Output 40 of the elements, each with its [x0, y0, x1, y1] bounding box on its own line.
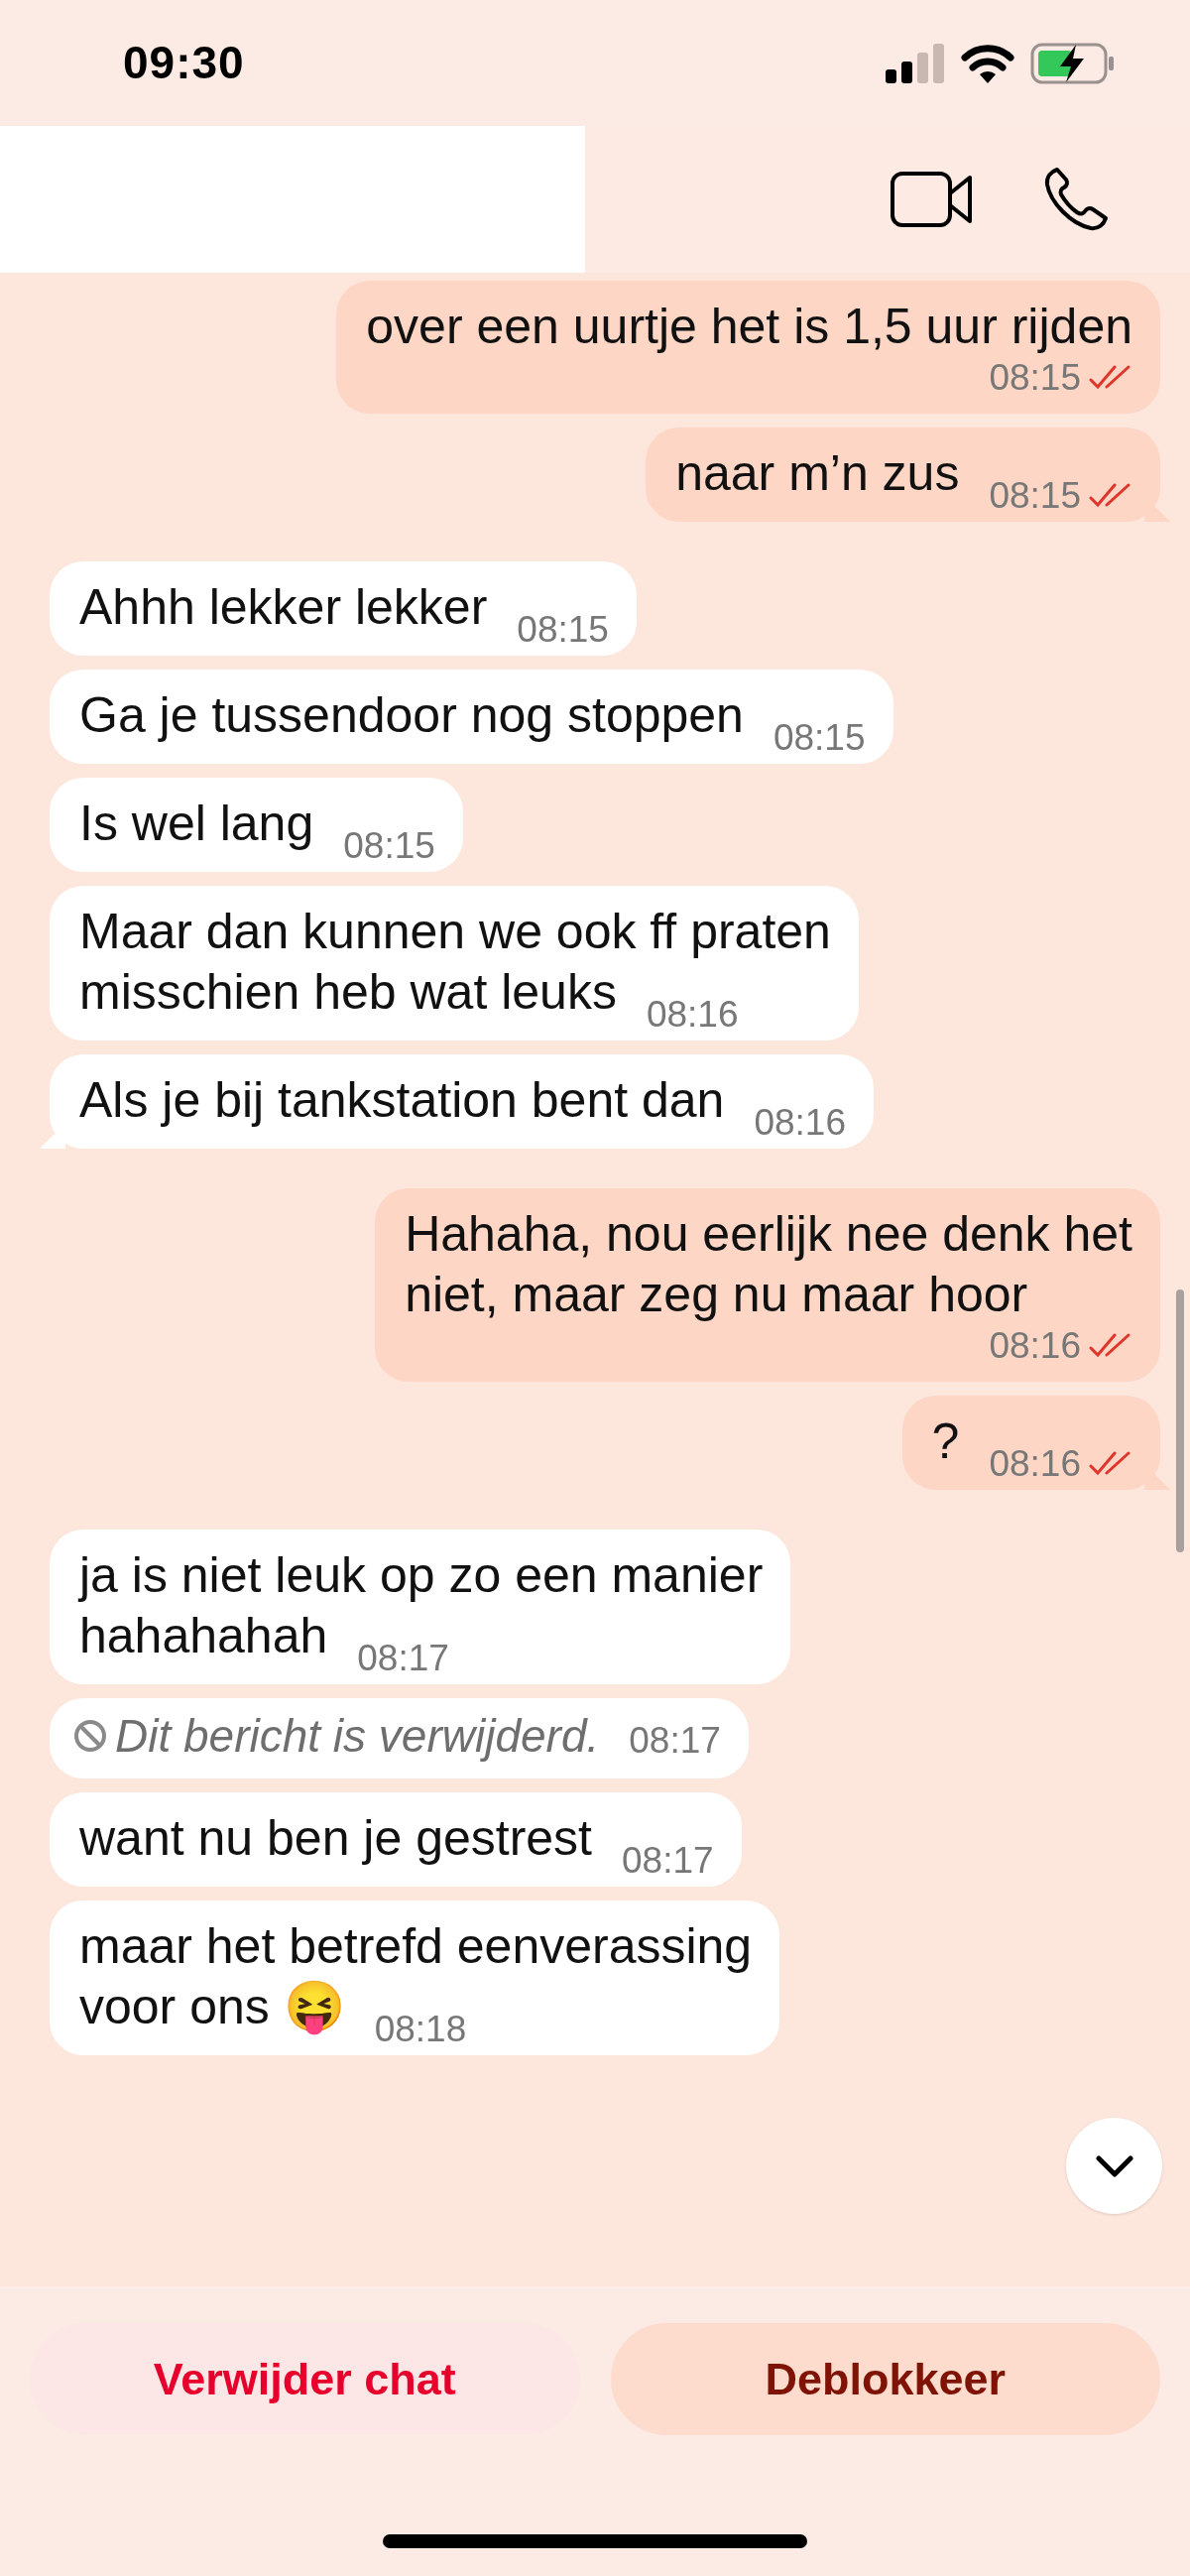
message-text: over een uurtje het is 1,5 uur rijden [366, 298, 1132, 356]
signal-icon [886, 43, 945, 83]
phone-icon[interactable] [1043, 167, 1109, 232]
wifi-icon [961, 43, 1014, 83]
message-text: Ahhh lekker lekker [79, 578, 488, 637]
message-text: Als je bij tankstation bent dan [79, 1071, 725, 1130]
message-time: 08:18 [374, 2011, 467, 2048]
message-text: naar m’n zus [675, 444, 960, 503]
message-text: Is wel lang [79, 795, 314, 853]
status-time: 09:30 [123, 36, 245, 90]
message-text: ? [931, 1412, 960, 1471]
message-line: Hahaha, nou eerlijk nee denk het [405, 1206, 1132, 1262]
delete-chat-button[interactable]: Verwijder chat [30, 2323, 580, 2435]
message-time: 08:16 [646, 996, 739, 1033]
unblock-button[interactable]: Deblokkeer [610, 2323, 1160, 2435]
message-time: 08:17 [629, 1722, 721, 1760]
message-time: 08:16 [989, 1445, 1081, 1482]
video-camera-icon[interactable] [891, 172, 974, 227]
message-time: 08:15 [989, 477, 1081, 514]
message-time: 08:15 [343, 827, 435, 864]
message-line: voor ons 😝 [79, 1978, 345, 2037]
message-time: 08:15 [773, 719, 866, 756]
deleted-message-text: Dit bericht is verwijderd. [115, 1709, 600, 1764]
message-line: hahahahah [79, 1607, 328, 1665]
message-time: 08:15 [989, 359, 1081, 396]
battery-charging-icon [1030, 42, 1116, 84]
message-time: 08:17 [357, 1640, 449, 1676]
message-text: Ga je tussendoor nog stoppen [79, 686, 744, 745]
message-time: 08:17 [622, 1842, 714, 1880]
prohibited-icon [73, 1719, 107, 1754]
message-time: 08:15 [517, 611, 609, 648]
message-time: 08:16 [754, 1104, 846, 1141]
message-time: 08:16 [989, 1327, 1081, 1364]
message-text: want nu ben je gestrest [79, 1809, 592, 1869]
message-line: Maar dan kunnen we ook ff praten [79, 904, 831, 959]
message-line: niet, maar zeg nu maar hoor [405, 1266, 1028, 1324]
message-line: misschien heb wat leuks [79, 963, 617, 1022]
chevron-down-icon [1095, 2154, 1133, 2177]
message-line: maar het betrefd eenverassing [79, 1918, 753, 1975]
message-line: ja is niet leuk op zo een manier [79, 1547, 764, 1603]
